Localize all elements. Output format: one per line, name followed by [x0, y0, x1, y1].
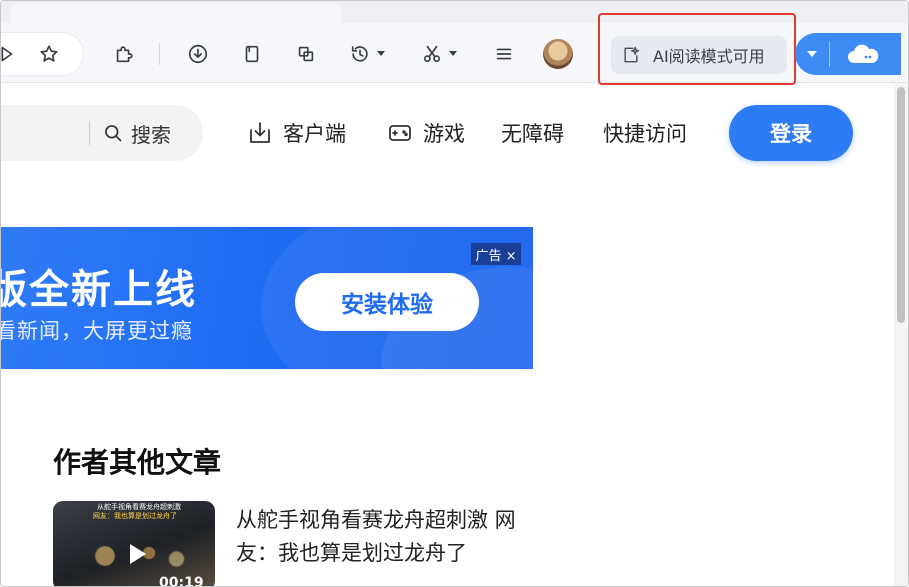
- search-button[interactable]: 搜索: [103, 119, 171, 147]
- search-separator: [89, 121, 90, 145]
- article-thumbnail[interactable]: 从舵手视角看赛龙舟超刺激 网友：我也算是划过龙舟了 00:19: [53, 501, 215, 587]
- play-icon[interactable]: [1, 39, 21, 69]
- install-button[interactable]: 安装体验: [295, 273, 479, 331]
- nav-accessibility-label: 无障碍: [501, 122, 564, 146]
- login-button[interactable]: 登录: [729, 105, 853, 161]
- cloud-icon: [848, 44, 879, 63]
- video-duration: 00:19: [159, 575, 204, 587]
- screenshot-icon[interactable]: [291, 39, 321, 69]
- search-button-label: 搜索: [131, 122, 171, 147]
- browser-toolbar: AI阅读模式可用: [1, 1, 908, 85]
- thumbnail-caption-2: 网友：我也算是划过龙舟了: [93, 512, 177, 520]
- star-icon[interactable]: [34, 39, 64, 69]
- cloud-sync-button[interactable]: [795, 33, 901, 75]
- nav-client[interactable]: 客户端: [247, 116, 346, 150]
- banner-title: 版全新上线: [1, 267, 197, 313]
- nav-quick-access[interactable]: 快捷访问: [603, 116, 687, 150]
- download-icon[interactable]: [183, 39, 213, 69]
- toolbar-separator: [159, 43, 160, 65]
- extensions-icon[interactable]: [109, 39, 139, 69]
- search-icon: [105, 125, 122, 142]
- nav-games[interactable]: 游戏: [387, 116, 465, 150]
- thumbnail-caption-1: 从舵手视角看赛龙舟超刺激: [97, 503, 181, 511]
- nav-quick-access-label: 快捷访问: [603, 122, 687, 146]
- cloud-divider: [829, 41, 830, 67]
- article-title-link[interactable]: 从舵手视角看赛龙舟超刺激 网友：我也算是划过龙舟了: [236, 504, 546, 570]
- history-dropdown-caret[interactable]: [377, 51, 385, 56]
- history-icon[interactable]: [345, 39, 375, 69]
- ai-reading-highlight-box: [598, 13, 796, 85]
- gamepad-icon: [389, 125, 411, 141]
- active-tab[interactable]: [11, 3, 341, 23]
- browser-window: AI阅读模式可用 搜索 客户端 游戏 无障碍 快捷访问 登录 版全新上线 看新闻…: [0, 0, 909, 587]
- nav-client-label: 客户端: [283, 122, 346, 146]
- cloud-dropdown-icon[interactable]: [807, 51, 817, 57]
- scrollbar-thumb[interactable]: [897, 87, 905, 323]
- scissors-icon[interactable]: [417, 39, 447, 69]
- video-play-icon[interactable]: [121, 539, 151, 569]
- nav-games-label: 游戏: [423, 122, 465, 146]
- search-box[interactable]: 搜索: [1, 105, 203, 161]
- download-client-icon: [250, 122, 270, 143]
- banner-subtitle: 看新闻，大屏更过瘾: [1, 319, 193, 343]
- scissors-dropdown-caret[interactable]: [449, 51, 457, 56]
- menu-icon[interactable]: [489, 39, 519, 69]
- banner-ad[interactable]: 版全新上线 看新闻，大屏更过瘾 安装体验: [1, 227, 533, 369]
- ad-close-tag[interactable]: 广告 ×: [471, 243, 521, 265]
- section-title: 作者其他文章: [53, 446, 222, 479]
- page-scrollbar[interactable]: [894, 83, 908, 586]
- user-avatar[interactable]: [543, 39, 573, 69]
- bookmark-icon[interactable]: [237, 39, 267, 69]
- nav-accessibility[interactable]: 无障碍: [501, 116, 564, 150]
